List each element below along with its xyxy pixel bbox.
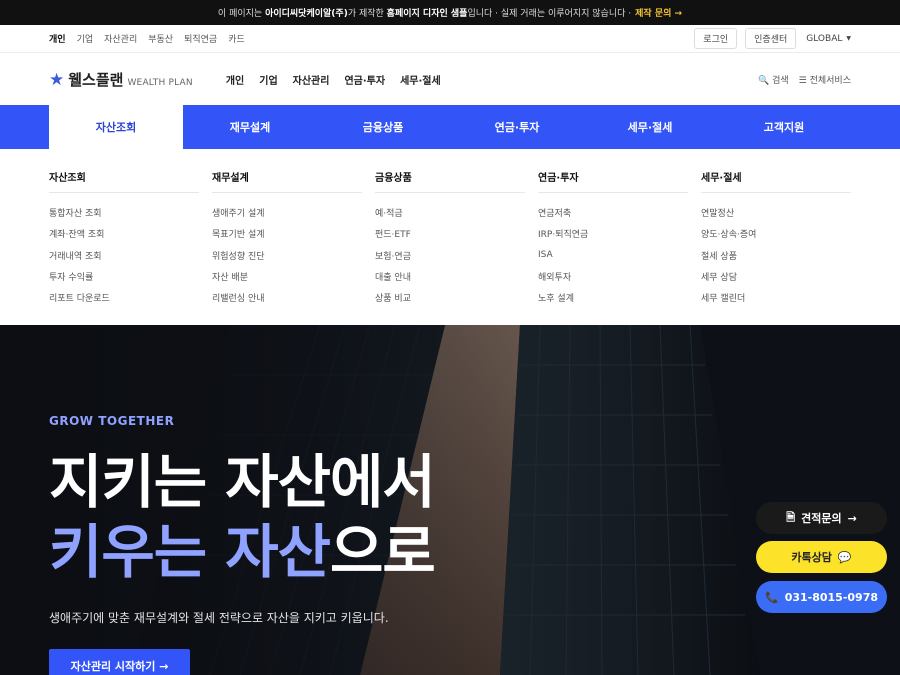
tab-support[interactable]: 고객지원: [717, 105, 851, 149]
segment-business[interactable]: 기업: [77, 32, 94, 45]
all-services-label: 전체서비스: [809, 75, 851, 86]
mega-link[interactable]: 예·적금: [375, 202, 525, 223]
document-icon: 🗎: [786, 510, 796, 524]
phone-call-button[interactable]: 📞 031-8015-0978: [756, 581, 887, 613]
logo-name: 웰스플랜: [68, 70, 124, 89]
mega-column-title: 자산조회: [49, 169, 199, 193]
quote-inquiry-label: 견적문의: [801, 512, 842, 525]
notice-sample: 홈페이지 디자인 샘플: [386, 9, 468, 19]
quote-inquiry-button[interactable]: 🗎 견적문의 →: [756, 502, 887, 534]
hero-headline-rest: 으로: [330, 518, 436, 586]
mega-link[interactable]: 양도·상속·증여: [701, 223, 851, 244]
global-nav: 개인 기업 자산관리 연금·투자 세무·절세: [226, 72, 441, 87]
gnb-pension-invest[interactable]: 연금·투자: [344, 72, 385, 87]
mega-link[interactable]: 펀드·ETF: [375, 223, 525, 244]
kakao-chat-button[interactable]: 카톡상담 💬: [756, 541, 887, 573]
mega-link[interactable]: 투자 수익률: [49, 266, 199, 287]
gnb-business[interactable]: 기업: [259, 72, 277, 87]
mega-link[interactable]: 목표기반 설계: [212, 223, 362, 244]
segment-nav: 개인 기업 자산관리 부동산 퇴직연금 카드: [49, 32, 245, 45]
phone-icon: 📞: [764, 590, 779, 604]
segment-card[interactable]: 카드: [228, 32, 245, 45]
mega-link[interactable]: 세무 상담: [701, 266, 851, 287]
segment-pension[interactable]: 퇴직연금: [184, 32, 217, 45]
notice-company: 아이디씨닷케이알(주): [265, 9, 348, 19]
mega-link[interactable]: 보험·연금: [375, 245, 525, 266]
arrow-right-icon: →: [847, 511, 857, 525]
notice-prefix: 이 페이지는: [217, 9, 263, 19]
mega-link[interactable]: IRP·퇴직연금: [538, 223, 688, 244]
global-label: GLOBAL: [806, 33, 843, 44]
mega-link[interactable]: 계좌·잔액 조회: [49, 223, 199, 244]
logo-subtitle: WEALTH PLAN: [127, 77, 193, 88]
mega-link[interactable]: 세무 캘린더: [701, 287, 851, 308]
search-icon: 🔍: [757, 75, 770, 86]
mega-menu: 자산조회 통합자산 조회 계좌·잔액 조회 거래내역 조회 투자 수익률 리포트…: [0, 149, 900, 325]
mega-link[interactable]: 연금저축: [538, 202, 688, 223]
gnb-tax[interactable]: 세무·절세: [400, 72, 441, 87]
phone-number: 031-8015-0978: [784, 590, 879, 604]
global-dropdown[interactable]: GLOBAL ▼: [806, 34, 851, 44]
cert-center-button[interactable]: 인증센터: [745, 28, 797, 49]
hero-section: GROW TOGETHER 지키는 자산에서 키우는 자산으로 생애주기에 맞춘…: [0, 325, 900, 675]
star-icon: ★: [49, 69, 65, 90]
mega-column-title: 세무·절세: [701, 169, 851, 193]
tab-asset-inquiry[interactable]: 자산조회: [49, 105, 183, 149]
mega-link[interactable]: 리밸런싱 안내: [212, 287, 362, 308]
mega-link[interactable]: 거래내역 조회: [49, 245, 199, 266]
mega-link[interactable]: 노후 설계: [538, 287, 688, 308]
mega-link[interactable]: 생애주기 설계: [212, 202, 362, 223]
menu-icon: ☰: [798, 75, 807, 86]
mega-link[interactable]: ISA: [538, 245, 688, 266]
mega-column-tax: 세무·절세 연말정산 양도·상속·증여 절세 상품 세무 상담 세무 캘린더: [701, 169, 851, 308]
all-services-button[interactable]: ☰ 전체서비스: [799, 73, 851, 86]
gnb-personal[interactable]: 개인: [226, 72, 244, 87]
segment-wealth[interactable]: 자산관리: [104, 32, 137, 45]
notice-bar: 이 페이지는 아이디씨닷케이알(주) 가 제작한 홈페이지 디자인 샘플 입니다…: [0, 0, 900, 25]
hero-headline-accent: 키우는 자산: [49, 518, 331, 586]
notice-suffix: 입니다 · 실제 거래는 이루어지지 않습니다 ·: [467, 9, 632, 19]
start-wealth-management-button[interactable]: 자산관리 시작하기 →: [49, 649, 190, 675]
tab-pension-invest[interactable]: 연금·투자: [450, 105, 584, 149]
mega-column-title: 연금·투자: [538, 169, 688, 193]
mega-link[interactable]: 절세 상품: [701, 245, 851, 266]
mega-link[interactable]: 리포트 다운로드: [49, 287, 199, 308]
mega-column-title: 재무설계: [212, 169, 362, 193]
hero-description: 생애주기에 맞춘 재무설계와 절세 전략으로 자산을 지키고 키웁니다.: [49, 611, 389, 625]
caret-down-icon: ▼: [846, 35, 851, 42]
notice-middle: 가 제작한: [347, 9, 384, 19]
mega-column-products: 금융상품 예·적금 펀드·ETF 보험·연금 대출 안내 상품 비교: [375, 169, 525, 308]
hero-tagline: GROW TOGETHER: [49, 414, 175, 428]
mega-column-planning: 재무설계 생애주기 설계 목표기반 설계 위험성향 진단 자산 배분 리밸런싱 …: [212, 169, 362, 308]
notice-contact-link[interactable]: 제작 문의 →: [635, 6, 682, 19]
mega-link[interactable]: 상품 비교: [375, 287, 525, 308]
segment-realestate[interactable]: 부동산: [148, 32, 173, 45]
mega-link[interactable]: 대출 안내: [375, 266, 525, 287]
tab-tax[interactable]: 세무·절세: [583, 105, 717, 149]
mega-link[interactable]: 연말정산: [701, 202, 851, 223]
search-label: 검색: [772, 75, 789, 86]
tab-products[interactable]: 금융상품: [316, 105, 450, 149]
mega-link[interactable]: 자산 배분: [212, 266, 362, 287]
mega-link[interactable]: 해외투자: [538, 266, 688, 287]
mega-column-title: 금융상품: [375, 169, 525, 193]
chat-bubble-icon: 💬: [837, 550, 852, 564]
mega-link[interactable]: 위험성향 진단: [212, 245, 362, 266]
tab-financial-planning[interactable]: 재무설계: [183, 105, 317, 149]
gnb-wealth[interactable]: 자산관리: [293, 72, 330, 87]
logo[interactable]: ★ 웰스플랜 WEALTH PLAN: [49, 69, 193, 90]
search-button[interactable]: 🔍 검색: [758, 73, 789, 86]
category-menu-bar: 자산조회 재무설계 금융상품 연금·투자 세무·절세 고객지원: [0, 105, 900, 149]
hero-headline-line2: 키우는 자산으로: [49, 517, 436, 587]
main-header: ★ 웰스플랜 WEALTH PLAN 개인 기업 자산관리 연금·투자 세무·절…: [0, 53, 900, 105]
mega-column-pension: 연금·투자 연금저축 IRP·퇴직연금 ISA 해외투자 노후 설계: [538, 169, 688, 308]
hero-headline-line1: 지키는 자산에서: [49, 448, 436, 516]
login-button[interactable]: 로그인: [694, 28, 738, 49]
kakao-chat-label: 카톡상담: [791, 551, 832, 564]
mega-link[interactable]: 통합자산 조회: [49, 202, 199, 223]
mega-column-asset: 자산조회 통합자산 조회 계좌·잔액 조회 거래내역 조회 투자 수익률 리포트…: [49, 169, 199, 308]
utility-bar: 개인 기업 자산관리 부동산 퇴직연금 카드 로그인 인증센터 GLOBAL ▼: [0, 25, 900, 53]
segment-personal[interactable]: 개인: [49, 32, 66, 45]
